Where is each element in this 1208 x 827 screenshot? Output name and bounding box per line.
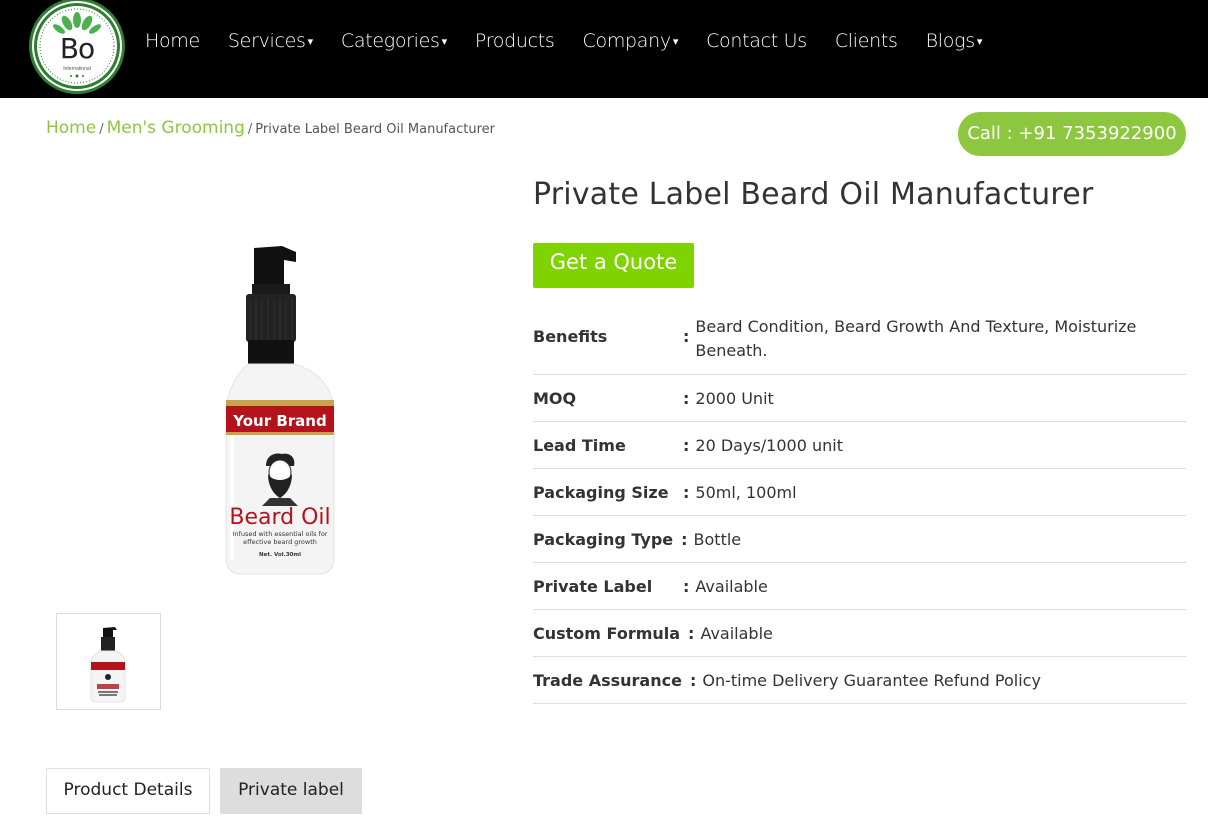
caret-down-icon: ▾ <box>976 35 983 48</box>
main-nav: Home Services ▾ Categories ▾ Products Comp… <box>145 30 1010 52</box>
spec-row-lead-time: Lead Time : 20 Days/1000 unit <box>533 422 1186 469</box>
spec-row-custom-formula: Custom Formula : Available <box>533 610 1186 657</box>
product-image: Your Brand Beard Oil Infused with essent… <box>210 240 350 580</box>
label-tagline-2: effective beard growth <box>243 538 317 546</box>
spec-label: MOQ <box>533 388 577 408</box>
nav-services-label: Services <box>227 30 306 52</box>
spec-value: 2000 Unit <box>695 388 774 408</box>
beard-oil-bottle-image: Your Brand Beard Oil Infused with essent… <box>225 246 335 575</box>
spec-value: 20 Days/1000 unit <box>695 435 843 455</box>
label-product-name: Beard Oil <box>229 505 330 530</box>
spec-colon: : <box>683 388 690 408</box>
breadcrumb-home[interactable]: Home <box>46 118 96 138</box>
nav-company[interactable]: Company ▾ <box>583 30 679 52</box>
spec-row-packaging-type: Packaging Type : Bottle <box>533 516 1186 563</box>
tab-product-details[interactable]: Product Details <box>46 768 210 814</box>
nav-services[interactable]: Services ▾ <box>228 30 313 52</box>
breadcrumb-category[interactable]: Men's Grooming <box>107 118 245 138</box>
breadcrumb-separator: / <box>247 122 253 137</box>
breadcrumb: Home / Men's Grooming / Private Label Beard … <box>46 118 495 138</box>
spec-label: Benefits <box>533 327 608 346</box>
spec-colon: : <box>689 670 697 690</box>
page-title: Private Label Beard Oil Manufacturer <box>533 177 1094 212</box>
spec-label: Lead Time <box>533 435 626 455</box>
caret-down-icon: ▾ <box>307 35 314 48</box>
site-logo[interactable]: Bo International <box>34 3 120 89</box>
product-specs: Benefits : Beard Condition, Beard Growth… <box>533 306 1186 704</box>
spec-value: Bottle <box>693 529 742 549</box>
spec-colon: : <box>683 327 690 346</box>
nav-products-label: Products <box>474 30 555 52</box>
breadcrumb-current: Private Label Beard Oil Manufacturer <box>255 122 495 137</box>
label-tagline-1: Infused with essential oils for <box>233 530 328 538</box>
site-header: Bo International Home Services ▾ Categori… <box>0 0 1208 98</box>
breadcrumb-separator: / <box>99 122 104 137</box>
spec-row-packaging-size: Packaging Size : 50ml, 100ml <box>533 469 1186 516</box>
spec-value: Available <box>700 623 773 643</box>
label-brand-text: Your Brand <box>232 412 326 430</box>
spec-label: Packaging Size <box>533 482 669 502</box>
spec-colon: : <box>683 482 690 502</box>
spec-row-trade-assurance: Trade Assurance : On-time Delivery Guara… <box>533 657 1186 704</box>
caret-down-icon: ▾ <box>441 35 448 48</box>
thumbnail-bottle-image <box>90 627 126 703</box>
spec-label: Custom Formula <box>533 623 681 643</box>
nav-categories-label: Categories <box>340 30 440 52</box>
caret-down-icon: ▾ <box>672 35 679 48</box>
spec-colon: : <box>681 529 688 549</box>
nav-company-label: Company <box>582 30 672 52</box>
spec-value: On-time Delivery Guarantee Refund Policy <box>702 670 1041 690</box>
nav-home-label: Home <box>145 30 200 52</box>
spec-row-private-label: Private Label : Available <box>533 563 1186 610</box>
spec-value: Beard Condition, Beard Growth And Textur… <box>695 317 1137 360</box>
spec-colon: : <box>683 435 690 455</box>
call-button[interactable]: Call : +91 7353922900 <box>958 112 1186 156</box>
tab-private-label[interactable]: Private label <box>220 768 362 814</box>
logo-subtext: International <box>63 66 91 72</box>
get-a-quote-button[interactable]: Get a Quote <box>533 243 694 288</box>
product-thumbnail[interactable] <box>56 613 161 710</box>
nav-contact-us[interactable]: Contact Us <box>706 30 807 52</box>
spec-colon: : <box>683 576 690 596</box>
nav-clients-label: Clients <box>834 30 898 52</box>
nav-products[interactable]: Products <box>475 30 555 52</box>
spec-value: 50ml, 100ml <box>695 482 797 502</box>
nav-blogs-label: Blogs <box>925 30 975 52</box>
spec-label: Trade Assurance <box>533 670 682 690</box>
label-volume: Net. Vol.30ml <box>259 552 301 558</box>
spec-value: Available <box>695 576 768 596</box>
nav-categories[interactable]: Categories ▾ <box>341 30 447 52</box>
spec-row-moq: MOQ : 2000 Unit <box>533 375 1186 422</box>
nav-blogs[interactable]: Blogs ▾ <box>925 30 983 52</box>
nav-contact-label: Contact Us <box>706 30 807 52</box>
logo-text: Bo <box>59 32 95 65</box>
spec-row-benefits: Benefits : Beard Condition, Beard Growth… <box>533 306 1186 375</box>
spec-label: Private Label <box>533 576 653 596</box>
nav-home[interactable]: Home <box>145 30 200 52</box>
spec-colon: : <box>688 623 695 643</box>
nav-clients[interactable]: Clients <box>835 30 898 52</box>
spec-label: Packaging Type <box>533 529 674 549</box>
